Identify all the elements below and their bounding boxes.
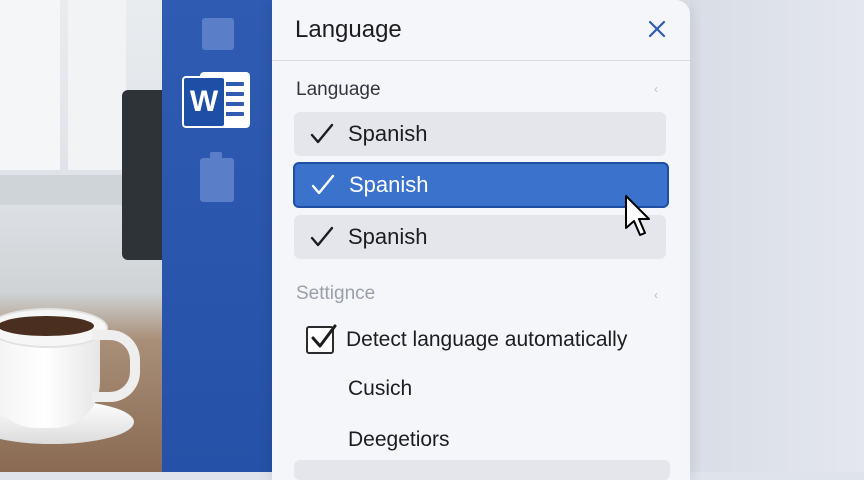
language-option-selected[interactable]: Spanish — [293, 162, 669, 208]
close-button[interactable] — [642, 14, 672, 44]
detect-language-label: Detect language automatically — [346, 328, 628, 351]
checkbox-icon[interactable] — [306, 324, 337, 354]
wall — [690, 0, 864, 472]
dialog-title: Language — [295, 16, 402, 43]
detect-language-checkbox[interactable]: Detect language automatically — [306, 322, 627, 358]
app-icon-placeholder[interactable] — [202, 18, 234, 50]
word-logo-letter: W — [182, 76, 226, 128]
mouse-pointer-icon — [625, 195, 650, 236]
language-option-label: Spanish — [348, 121, 428, 146]
checkmark-icon — [310, 123, 336, 145]
close-icon — [648, 20, 666, 38]
language-option-label: Spanish — [348, 224, 428, 249]
dialog-header: Language — [272, 0, 690, 61]
language-dialog: Language Language ‹ Spanish Spanish Span… — [272, 0, 690, 480]
language-option-label: Spanish — [349, 172, 429, 197]
document-icon[interactable] — [200, 152, 234, 202]
language-option[interactable]: Spanish — [294, 215, 666, 259]
window-pane — [68, 0, 126, 170]
checkmark-icon — [311, 174, 337, 196]
collapse-chevron-icon[interactable]: ‹ — [654, 288, 658, 302]
footer-bar — [294, 460, 670, 480]
language-section-label: Language — [296, 79, 381, 100]
language-option[interactable]: Spanish — [294, 112, 666, 156]
settings-section-label: Settignce — [296, 283, 376, 304]
coffee-cup-handle — [92, 330, 140, 402]
checkmark-icon — [310, 226, 336, 248]
coffee — [0, 316, 94, 336]
window-pane — [0, 0, 60, 170]
settings-item[interactable]: Cusich — [348, 377, 412, 401]
collapse-chevron-icon[interactable]: ‹ — [654, 82, 658, 96]
word-sidebar: W — [162, 0, 274, 472]
settings-item[interactable]: Deegetiors — [348, 428, 450, 452]
word-logo-icon[interactable]: W — [182, 68, 252, 130]
